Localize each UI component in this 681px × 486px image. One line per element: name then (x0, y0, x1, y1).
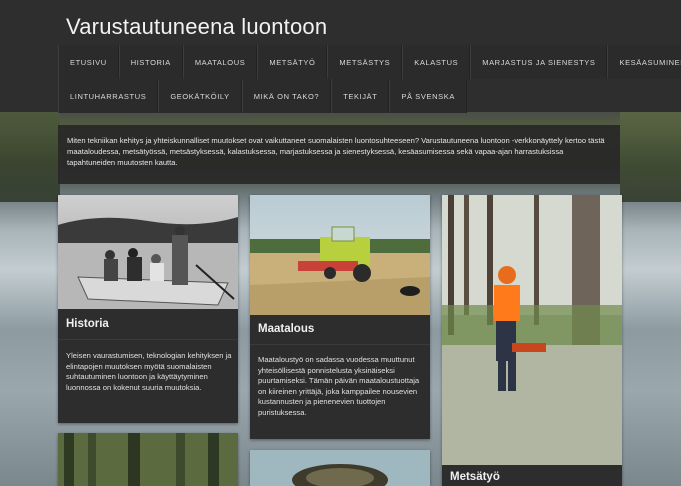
historia-photo[interactable] (58, 195, 238, 309)
site-header: Varustautuneena luontoon ETUSIVU HISTORI… (0, 0, 681, 113)
nav-item-etusivu[interactable]: ETUSIVU (58, 45, 119, 79)
nav-item-historia[interactable]: HISTORIA (118, 45, 183, 79)
nav-item-pa-svenska[interactable]: PÅ SVENSKA (389, 79, 467, 113)
card-text-maatalous: Maataloustyö on sadassa vuodessa muuttun… (258, 355, 420, 417)
nav-item-metsatyo[interactable]: METSÄTYÖ (257, 45, 328, 79)
site-title[interactable]: Varustautuneena luontoon (66, 14, 327, 40)
forest-photo[interactable] (58, 433, 238, 486)
card-divider (58, 339, 238, 340)
nav-item-lintuharrastus[interactable]: LINTUHARRASTUS (58, 79, 159, 113)
card-title-historia[interactable]: Historia (66, 318, 109, 330)
background-forest-right (620, 112, 681, 202)
fishing-photo[interactable] (250, 450, 430, 486)
card-divider (250, 344, 430, 345)
maatalous-photo[interactable] (250, 195, 430, 315)
intro-text: Miten tekniikan kehitys ja yhteiskunnall… (67, 136, 605, 168)
nav-item-geokatkoily[interactable]: GEOKÄTKÖILY (158, 79, 242, 113)
nav-item-tekijat[interactable]: TEKIJÄT (331, 79, 390, 113)
nav-item-kesaasuminen[interactable]: KESÄASUMINEN (607, 45, 681, 79)
card-historia[interactable]: Historia Yleisen vaurastumisen, teknolog… (58, 195, 238, 423)
nav-item-kalastus[interactable]: KALASTUS (402, 45, 471, 79)
nav-item-maatalous[interactable]: MAATALOUS (182, 45, 258, 79)
nav-item-metsastys[interactable]: METSÄSTYS (327, 45, 403, 79)
card-title-maatalous[interactable]: Maatalous (258, 323, 314, 335)
card-partial-forest[interactable] (58, 433, 238, 486)
background-forest-left (0, 112, 60, 202)
metsatyo-photo[interactable] (442, 195, 622, 465)
nav-item-marjastus[interactable]: MARJASTUS JA SIENESTYS (470, 45, 608, 79)
card-title-metsatyo[interactable]: Metsätyö (450, 471, 500, 483)
card-maatalous[interactable]: Maatalous Maataloustyö on sadassa vuodes… (250, 195, 430, 439)
card-partial-fishing[interactable] (250, 450, 430, 486)
intro-box: Miten tekniikan kehitys ja yhteiskunnall… (58, 125, 620, 184)
main-nav-row-2: LINTUHARRASTUS GEOKÄTKÖILY MIKÄ ON TAKO?… (58, 79, 467, 113)
nav-item-mika-on-tako[interactable]: MIKÄ ON TAKO? (241, 79, 332, 113)
main-nav-row-1: ETUSIVU HISTORIA MAATALOUS METSÄTYÖ METS… (58, 45, 681, 79)
card-text-historia: Yleisen vaurastumisen, teknologian kehit… (66, 351, 232, 392)
card-metsatyo[interactable]: Metsätyö (442, 195, 622, 486)
